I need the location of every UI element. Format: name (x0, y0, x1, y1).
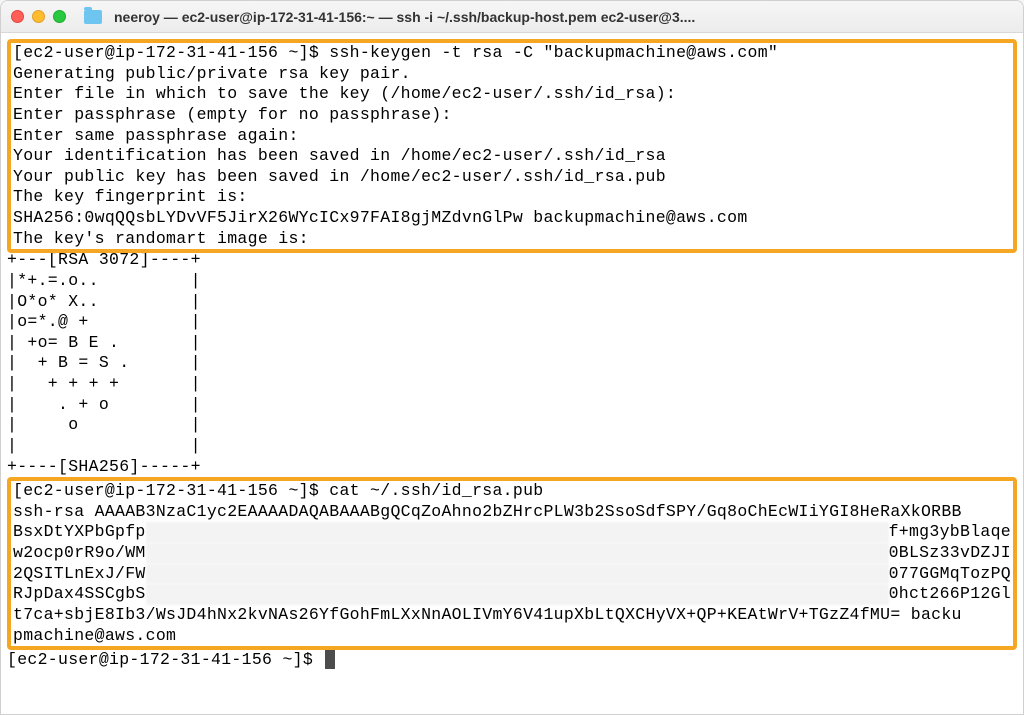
term-line: Enter file in which to save the key (/ho… (13, 84, 1011, 105)
randomart-line: |*+.=.o.. | (7, 271, 1017, 292)
term-line: [ec2-user@ip-172-31-41-156 ~]$ ssh-keyge… (13, 43, 1011, 64)
window-title: neeroy — ec2-user@ip-172-31-41-156:~ — s… (114, 9, 1013, 25)
randomart-line: | | (7, 436, 1017, 457)
prompt: [ec2-user@ip-172-31-41-156 ~]$ (7, 650, 1017, 671)
randomart-line: | . + o | (7, 395, 1017, 416)
randomart-line: | o | (7, 415, 1017, 436)
titlebar[interactable]: neeroy — ec2-user@ip-172-31-41-156:~ — s… (1, 1, 1023, 33)
randomart-line: | +o= B E . | (7, 333, 1017, 354)
term-line: ssh-rsa AAAAB3NzaC1yc2EAAAADAQABAAABgQCq… (13, 502, 1011, 523)
randomart-line: | + B = S . | (7, 353, 1017, 374)
highlight-box-keygen: [ec2-user@ip-172-31-41-156 ~]$ ssh-keyge… (7, 39, 1017, 253)
folder-icon (84, 10, 102, 24)
highlight-box-pubkey: [ec2-user@ip-172-31-41-156 ~]$ cat ~/.ss… (7, 477, 1017, 650)
randomart-line: |O*o* X.. | (7, 292, 1017, 313)
term-line: Enter passphrase (empty for no passphras… (13, 105, 1011, 126)
redacted-key-region: BsxDtYXPbGpfp f+mg3ybBlaqe w2ocp0rR9o/WM… (13, 522, 1011, 605)
term-line: The key fingerprint is: (13, 187, 1011, 208)
minimize-button[interactable] (32, 10, 45, 23)
term-line: pmachine@aws.com (13, 626, 1011, 647)
term-line: BsxDtYXPbGpfp f+mg3ybBlaqe (13, 522, 1011, 543)
redacted-content (146, 543, 889, 564)
redacted-content (146, 564, 889, 585)
maximize-button[interactable] (53, 10, 66, 23)
redacted-content (146, 584, 889, 605)
randomart-line: +----[SHA256]-----+ (7, 457, 1017, 478)
cursor (325, 650, 335, 669)
close-button[interactable] (11, 10, 24, 23)
term-line: w2ocp0rR9o/WM 0BLSz33vDZJI (13, 543, 1011, 564)
term-line: Your public key has been saved in /home/… (13, 167, 1011, 188)
term-line: RJpDax4SSCgbS 0hct266P12Gl (13, 584, 1011, 605)
term-line: 2QSITLnExJ/FW 077GGMqTozPQ (13, 564, 1011, 585)
randomart-line: | + + + + | (7, 374, 1017, 395)
terminal-content[interactable]: [ec2-user@ip-172-31-41-156 ~]$ ssh-keyge… (1, 33, 1023, 714)
term-line: t7ca+sbjE8Ib3/WsJD4hNx2kvNAs26YfGohFmLXx… (13, 605, 1011, 626)
randomart-line: |o=*.@ + | (7, 312, 1017, 333)
window-controls (11, 10, 66, 23)
term-line: SHA256:0wqQQsbLYDvVF5JirX26WYcICx97FAI8g… (13, 208, 1011, 229)
term-line: Generating public/private rsa key pair. (13, 64, 1011, 85)
term-line: The key's randomart image is: (13, 229, 1011, 250)
randomart-line: +---[RSA 3072]----+ (7, 250, 1017, 271)
term-line: [ec2-user@ip-172-31-41-156 ~]$ cat ~/.ss… (13, 481, 1011, 502)
term-line: Enter same passphrase again: (13, 126, 1011, 147)
terminal-window: neeroy — ec2-user@ip-172-31-41-156:~ — s… (0, 0, 1024, 715)
redacted-content (146, 522, 889, 543)
term-line: Your identification has been saved in /h… (13, 146, 1011, 167)
